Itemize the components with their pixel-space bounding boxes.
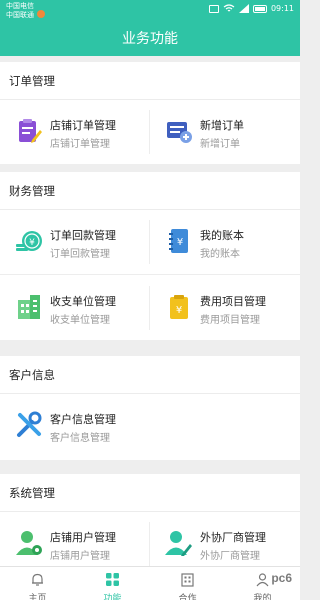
order-add-icon xyxy=(167,122,192,143)
menu-item-subtitle: 客户信息管理 xyxy=(50,433,110,444)
tab-label: 主页 xyxy=(28,594,47,600)
menu-item-label: 订单回款管理 xyxy=(50,229,116,242)
menu-item-subtitle: 订单回款管理 xyxy=(50,249,110,260)
expense-clipboard-icon: ¥ xyxy=(170,295,188,319)
menu-item-label: 收支单位管理 xyxy=(50,295,116,308)
building-icon xyxy=(18,295,40,319)
status-icons: 09:11 xyxy=(208,4,294,13)
section-finance-management: 财务管理 ¥ 订单回款管理 订单回款管理 ¥ 我的账本 我的账本 收支单位管理 … xyxy=(0,172,300,340)
menu-item-subtitle: 我的账本 xyxy=(200,249,240,260)
svg-text:¥: ¥ xyxy=(177,237,183,248)
page-title: 业务功能 xyxy=(0,22,300,56)
grid-icon xyxy=(106,573,119,586)
bottom-tab-bar: 主页 功能 合作 我的 xyxy=(0,566,300,600)
carrier-2: 中国联通 xyxy=(6,11,34,19)
profile-icon xyxy=(256,573,269,587)
ledger-book-icon: ¥ xyxy=(169,229,188,253)
menu-item-label: 店铺用户管理 xyxy=(50,531,116,544)
notification-badge-icon xyxy=(37,10,45,18)
menu-item-subtitle: 店铺用户管理 xyxy=(50,551,110,562)
section-system-management: 系统管理 店铺用户管理 店铺用户管理 外协厂商管理 外协厂商管理 xyxy=(0,474,300,566)
nfc-icon xyxy=(208,4,219,13)
menu-item-income-expense-units[interactable]: 收支单位管理 收支单位管理 xyxy=(0,276,150,340)
section-title: 财务管理 xyxy=(0,172,300,210)
tab-cooperation[interactable]: 合作 xyxy=(150,567,225,600)
menu-item-subtitle: 收支单位管理 xyxy=(50,315,110,326)
menu-item-subtitle: 店铺订单管理 xyxy=(50,139,110,150)
section-title: 订单管理 xyxy=(0,62,300,100)
section-customer-info: 客户信息 客户信息管理 客户信息管理 xyxy=(0,356,300,460)
menu-item-my-ledger[interactable]: ¥ 我的账本 我的账本 xyxy=(150,210,300,274)
section-title: 客户信息 xyxy=(0,356,300,394)
tools-icon xyxy=(17,411,42,437)
signal-icon xyxy=(238,4,249,13)
tab-functions[interactable]: 功能 xyxy=(75,567,150,600)
tab-home[interactable]: 主页 xyxy=(0,567,75,600)
menu-item-label: 店铺订单管理 xyxy=(50,119,116,132)
menu-item-subtitle: 外协厂商管理 xyxy=(200,551,260,562)
section-title: 系统管理 xyxy=(0,474,300,512)
tab-label: 功能 xyxy=(103,594,122,600)
menu-item-label: 客户信息管理 xyxy=(50,413,116,426)
menu-item-expense-items[interactable]: ¥ 费用项目管理 费用项目管理 xyxy=(150,276,300,340)
section-order-management: 订单管理 店铺订单管理 店铺订单管理 新增订单 新增订单 xyxy=(0,62,300,164)
tab-label: 我的 xyxy=(253,594,272,600)
watermark-logo: pc6 xyxy=(271,571,292,585)
battery-icon xyxy=(252,4,267,13)
menu-item-new-order[interactable]: 新增订单 新增订单 xyxy=(150,100,300,164)
clipboard-edit-icon xyxy=(19,119,42,143)
coins-icon: ¥ xyxy=(16,231,42,251)
wifi-icon xyxy=(223,4,235,12)
svg-text:¥: ¥ xyxy=(29,238,35,248)
menu-item-label: 费用项目管理 xyxy=(200,295,266,308)
menu-item-customer-info[interactable]: 客户信息管理 客户信息管理 xyxy=(0,394,150,458)
menu-item-label: 新增订单 xyxy=(200,119,244,132)
svg-text:¥: ¥ xyxy=(176,305,182,316)
building-icon xyxy=(181,573,194,587)
menu-item-subtitle: 费用项目管理 xyxy=(200,315,260,326)
menu-item-label: 外协厂商管理 xyxy=(200,531,266,544)
user-gear-icon xyxy=(16,531,42,555)
user-edit-icon xyxy=(165,531,192,556)
menu-item-label: 我的账本 xyxy=(200,229,244,242)
carrier-1: 中国电信 xyxy=(6,2,34,10)
menu-item-store-orders[interactable]: 店铺订单管理 店铺订单管理 xyxy=(0,100,150,164)
screen: 中国电信 中国联通 09:11 业务功能 订单管理 店铺订单管理 店铺订单管理 … xyxy=(0,0,300,600)
menu-item-subtitle: 新增订单 xyxy=(200,139,240,150)
bell-icon xyxy=(32,573,43,586)
menu-item-order-payment[interactable]: ¥ 订单回款管理 订单回款管理 xyxy=(0,210,150,274)
status-bar: 中国电信 中国联通 09:11 xyxy=(0,0,300,22)
tab-label: 合作 xyxy=(178,594,197,600)
carrier-info: 中国电信 中国联通 xyxy=(6,2,45,19)
status-time: 09:11 xyxy=(270,4,294,13)
